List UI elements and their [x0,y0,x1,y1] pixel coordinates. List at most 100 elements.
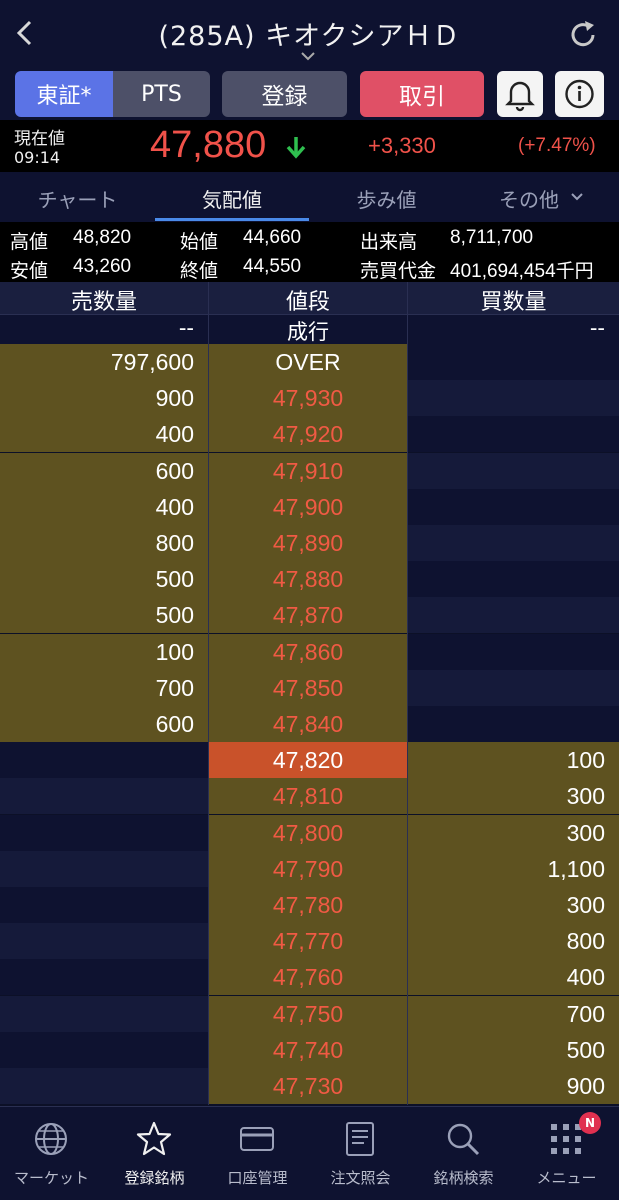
empty-buy-cell [408,488,619,525]
action-bar: 東証* PTS 登録 取引 [0,66,619,120]
bid-row[interactable]: 47,760 400 [0,959,619,996]
ask-row[interactable]: 700 47,850 [0,669,619,706]
ask-row[interactable]: 600 47,910 [0,452,619,489]
nav-menu[interactable]: メニュー [515,1107,618,1200]
trade-button[interactable]: 取引 [360,71,484,117]
price-change: +3,330 [368,133,436,158]
empty-buy-cell [408,344,619,380]
ask-row[interactable]: 600 47,840 [0,706,619,742]
tab-other[interactable]: その他 [474,184,584,213]
bell-icon [505,81,535,112]
ask-row[interactable]: 800 47,890 [0,525,619,561]
ask-qty: 600 [0,452,208,489]
ask-price: OVER [209,344,407,380]
nav-market-label: マーケット [13,1169,89,1187]
sell-qty-header: 売数量 [70,290,137,315]
stock-title[interactable]: (285A) キオクシアＨＤ [0,14,619,53]
low-value: 43,260 [73,256,132,277]
exchange-tse-button[interactable]: 東証* [15,71,113,117]
nav-account-label: 口座管理 [227,1169,288,1187]
tab-time-and-sales[interactable]: 歩み値 [309,184,464,213]
ask-row[interactable]: 500 47,870 [0,597,619,634]
volume-label: 出来高 [360,232,418,253]
tab-order-book[interactable]: 気配値 [155,184,309,213]
ask-qty: 797,600 [0,344,208,380]
market-buy-qty: -- [589,316,605,340]
empty-sell-cell [0,814,208,851]
high-value: 48,820 [73,227,132,248]
best-bid-price: 47,820 [209,742,407,779]
bid-row[interactable]: 47,790 1,100 [0,850,619,887]
empty-sell-cell [0,995,208,1032]
ask-qty: 500 [0,597,208,634]
nav-search-label: 銘柄検索 [433,1169,494,1187]
ask-price: 47,870 [209,597,407,634]
alert-button[interactable] [497,71,543,117]
ask-price: 47,910 [209,452,407,489]
ask-qty: 100 [0,633,208,670]
ask-row[interactable]: 797,600 OVER [0,344,619,380]
bid-qty: 800 [408,923,619,960]
quote-row: 現在値 09:14 47,880 +3,330 (+7.47%) [0,120,619,172]
refresh-icon[interactable] [566,18,600,52]
bid-price: 47,730 [209,1068,407,1104]
empty-sell-cell [0,1031,208,1068]
ask-row[interactable]: 900 47,930 [0,380,619,417]
nav-market[interactable]: マーケット [0,1107,103,1200]
bid-row[interactable]: 47,750 700 [0,995,619,1032]
column-divider [208,282,209,1105]
nav-orders[interactable]: 注文照会 [309,1107,412,1200]
bid-row[interactable]: 47,780 300 [0,887,619,923]
empty-sell-cell [0,850,208,887]
bid-price: 47,800 [209,814,407,851]
high-label: 高値 [10,232,49,253]
ask-row[interactable]: 100 47,860 [0,633,619,670]
exchange-pts-button[interactable]: PTS [113,71,210,117]
bid-qty: 1,100 [408,850,619,887]
bid-row[interactable]: 47,740 500 [0,1031,619,1068]
notification-badge: N [579,1112,601,1134]
bid-row[interactable]: 47,770 800 [0,923,619,960]
globe-icon [35,1123,67,1155]
info-icon [565,79,594,109]
nav-watchlist[interactable]: 登録銘柄 [103,1107,206,1200]
active-tab-indicator [155,218,309,221]
ask-qty: 800 [0,525,208,561]
tab-chart[interactable]: チャート [0,184,155,213]
search-icon [447,1123,480,1156]
bid-qty: 700 [408,995,619,1032]
close-value: 44,550 [243,256,302,277]
bid-qty: 900 [408,1068,619,1104]
document-icon [346,1122,374,1156]
bid-price: 47,750 [209,995,407,1032]
nav-search[interactable]: 銘柄検索 [412,1107,515,1200]
ask-qty: 600 [0,706,208,742]
column-divider [407,282,408,1105]
bid-qty: 500 [408,1031,619,1068]
ask-price: 47,840 [209,706,407,742]
ask-row[interactable]: 400 47,900 [0,488,619,525]
stats-panel: 高値 48,820 始値 44,660 出来高 8,711,700 安値 43,… [0,222,619,282]
bid-qty: 300 [408,814,619,851]
ask-qty: 900 [0,380,208,417]
chevron-down-icon[interactable] [300,50,316,62]
bid-row[interactable]: 47,730 900 [0,1068,619,1104]
nav-account[interactable]: 口座管理 [206,1107,309,1200]
down-arrow-icon [286,137,306,159]
empty-buy-cell [408,416,619,453]
bid-row[interactable]: 47,810 300 [0,778,619,815]
empty-buy-cell [408,669,619,706]
bid-row[interactable]: 47,800 300 [0,814,619,851]
ask-row[interactable]: 500 47,880 [0,561,619,598]
ask-row[interactable]: 400 47,920 [0,416,619,453]
price-change-percent: (+7.47%) [518,135,596,156]
bid-qty: 400 [408,959,619,996]
chevron-down-icon[interactable] [570,192,584,202]
empty-buy-cell [408,380,619,417]
register-button[interactable]: 登録 [222,71,347,117]
close-label: 終値 [180,261,219,282]
info-button[interactable] [555,71,604,117]
empty-sell-cell [0,923,208,960]
bid-qty: 100 [408,742,619,779]
bid-row[interactable]: 47,820 100 [0,742,619,779]
